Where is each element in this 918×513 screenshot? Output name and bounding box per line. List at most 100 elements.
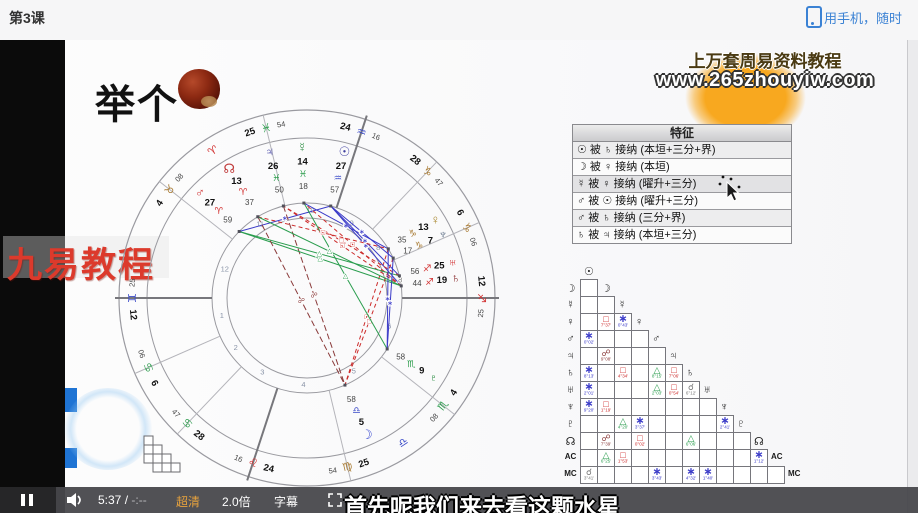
planet-sign: ♎ xyxy=(352,406,361,417)
grid-row-label: ♄ xyxy=(564,367,577,379)
aspect-grid-cell: □1°53' xyxy=(614,449,632,467)
grid-diagonal-label: ☊ xyxy=(754,435,764,448)
planet-minute: 17 xyxy=(403,246,412,255)
aspect-orb: 8°15' xyxy=(651,375,663,379)
aspect-grid-cell: □7°06' xyxy=(665,364,683,382)
aspect-grid-cell xyxy=(733,466,751,484)
aspect-orb: 7°06' xyxy=(668,375,680,379)
aspect-grid-cell xyxy=(699,432,717,450)
aspect-orb: 7°37' xyxy=(600,324,612,328)
aspect-grid-cell xyxy=(597,296,615,314)
house-number: 12 xyxy=(221,264,229,273)
captions-button[interactable]: 字幕 xyxy=(274,493,298,510)
duration: -:-- xyxy=(131,493,146,507)
sextile-aspect-mark: ∗ xyxy=(359,229,365,236)
planet-degree: 27 xyxy=(336,161,347,172)
planet-dot xyxy=(387,247,390,250)
aspect-grid-cell xyxy=(767,466,785,484)
grid-diagonal-label: ♀ xyxy=(635,316,643,328)
aspect-grid-cell xyxy=(614,466,632,484)
mobile-hint-link[interactable]: 用手机，随时 xyxy=(824,8,918,27)
aspect-grid-cell: ☌3°41' xyxy=(580,466,598,484)
planet-minute: 57 xyxy=(330,186,339,195)
aspect-orb: 0°02' xyxy=(583,341,595,345)
jupiter-glyph: ♃ xyxy=(265,144,275,159)
aspect-orb: 2°03' xyxy=(651,392,663,396)
aspect-grid-cell xyxy=(750,466,768,484)
uranus-glyph: ♅ xyxy=(448,254,458,269)
aspect-grid-cell xyxy=(716,466,734,484)
aspect-grid-cell: ∗3°37' xyxy=(631,415,649,433)
reception-table-rows: ☉ 被 ♄ 接纳 (本垣+三分+界)☽ 被 ♀ 接纳 (本垣)☿ 被 ♀ 接纳 … xyxy=(573,142,791,243)
planet-minute: 56 xyxy=(410,267,419,276)
aspect-grid-cell: ∗2°41' xyxy=(716,415,734,433)
speed-button[interactable]: 2.0倍 xyxy=(222,493,251,510)
planet-dot xyxy=(256,215,259,218)
aspect-grid-cell xyxy=(648,432,666,450)
phone-icon xyxy=(806,6,822,28)
grid-diagonal-label: MC xyxy=(788,469,800,478)
aspect-grid-cell xyxy=(733,449,751,467)
aspect-grid-cell xyxy=(597,466,615,484)
time-display: 5:37 / -:-- xyxy=(98,493,147,507)
video-frame[interactable]: 上万套周易资料教程 www.265zhouyiw.com 举个 九易教程 ♊12… xyxy=(0,40,918,513)
zodiac-sign-glyph: ♋ xyxy=(140,361,155,375)
aspect-grid-cell: □4°34' xyxy=(614,364,632,382)
cusp-degree: 12 xyxy=(127,309,139,321)
aspect-grid-cell: △4°20' xyxy=(614,415,632,433)
cusp-minute: 25 xyxy=(476,309,486,318)
zodiac-sign-glyph: ♏ xyxy=(436,398,452,413)
grid-diagonal-label: AC xyxy=(771,452,783,461)
pause-button[interactable] xyxy=(0,487,56,513)
aspect-grid-cell: △2°03' xyxy=(648,381,666,399)
trine-aspect-mark: △ xyxy=(327,248,333,255)
aspect-grid-cell: ∗1°40' xyxy=(699,466,717,484)
aspect-grid-cell: □0°02' xyxy=(631,432,649,450)
cusp-degree: 4 xyxy=(154,197,166,208)
grid-row-label: ♀ xyxy=(564,316,577,328)
aspect-grid-cell xyxy=(580,347,598,365)
aspect-grid-cell xyxy=(631,449,649,467)
reception-row: ♄ 被 ♃ 接纳 (本垣+三分) xyxy=(573,227,791,243)
planet-dot xyxy=(329,205,332,208)
aspect-grid-cell xyxy=(648,415,666,433)
aspect-grid-cell xyxy=(648,347,666,365)
aspect-orb: 6°12' xyxy=(685,392,697,396)
aspect-grid-cell xyxy=(699,415,717,433)
planet-sign: ♐ xyxy=(425,277,434,288)
aspect-orb: 0°54' xyxy=(668,392,680,396)
node-glyph: ☊ xyxy=(224,161,236,176)
aspect-orb: 2°01' xyxy=(583,392,595,396)
cusp-degree: 28 xyxy=(191,428,206,443)
planet-sign: ♈ xyxy=(215,206,224,217)
planet-dot xyxy=(392,257,395,260)
quality-button[interactable]: 超清 xyxy=(176,493,200,510)
aspect-orb: 1°12' xyxy=(753,460,765,464)
planet-sign: ♒ xyxy=(334,173,343,184)
cusp-degree: 25 xyxy=(243,125,257,139)
aspect-grid-cell: ∗0°02' xyxy=(580,330,598,348)
zodiac-sign-glyph: ♎ xyxy=(396,435,411,450)
grid-row-label: AC xyxy=(564,452,577,461)
grid-row-label: MC xyxy=(564,469,577,478)
planet-minute: 44 xyxy=(413,279,422,288)
player-control-bar: 5:37 / -:-- 超清 2.0倍 字幕 首先呢我们来去看这颗水星 xyxy=(0,487,918,513)
aspect-grid-cell xyxy=(580,296,598,314)
aspect-orb: 4°20' xyxy=(617,426,629,430)
grid-row-label: ♂ xyxy=(564,333,577,345)
volume-icon[interactable] xyxy=(66,492,84,508)
conjunction-aspect-mark: ☌ xyxy=(398,277,403,285)
cusp-minute: 06 xyxy=(468,236,479,247)
cusp-minute: 54 xyxy=(328,466,338,476)
sextile-aspect-mark: ∗ xyxy=(387,300,393,307)
grid-diagonal-label: ☉ xyxy=(584,265,594,278)
aspect-grid-cell: □7°37' xyxy=(597,313,615,331)
fullscreen-icon[interactable] xyxy=(328,493,342,507)
planet-minute: 59 xyxy=(223,215,232,224)
cusp-degree: 4 xyxy=(448,387,460,398)
aspect-grid-cell: ∗0°43' xyxy=(614,313,632,331)
planet-dot xyxy=(282,204,285,207)
aspect-orb: 0°43' xyxy=(617,324,629,328)
aspect-grid-cell xyxy=(631,466,649,484)
aspect-grid-cell xyxy=(699,398,717,416)
